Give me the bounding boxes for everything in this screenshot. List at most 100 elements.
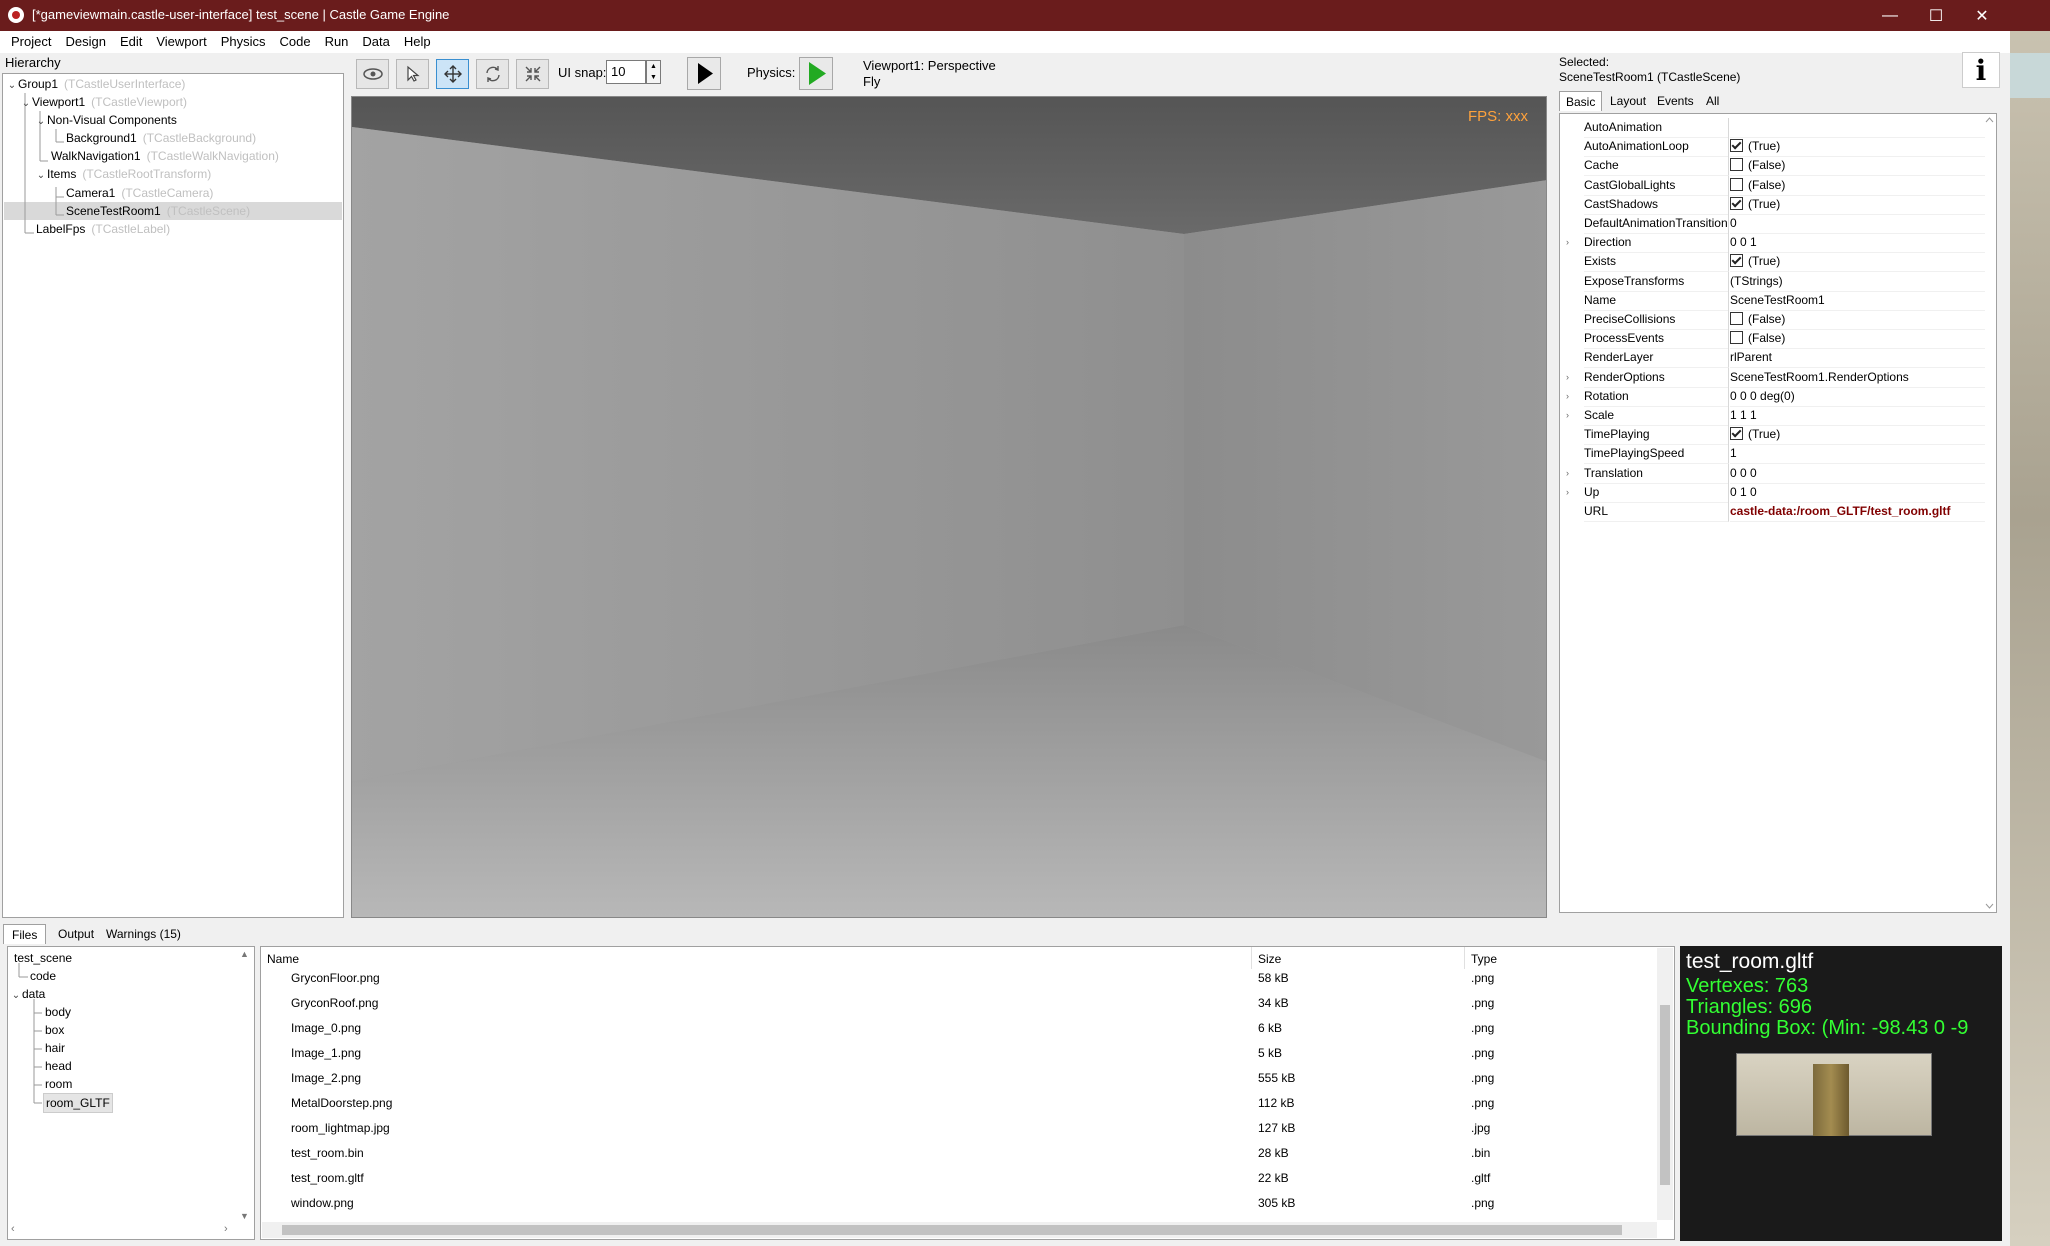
property-row[interactable]: AutoAnimation [1560,118,1985,138]
3d-viewport[interactable] [351,96,1547,918]
tree-item-camera1[interactable]: Camera1 (TCastleCamera) [66,184,213,202]
expand-icon[interactable]: › [1566,406,1576,425]
collapse-icon[interactable]: ⌄ [20,95,32,113]
info-icon[interactable]: i [1962,52,2000,88]
property-value[interactable]: (True) [1730,252,1985,273]
property-value[interactable]: SceneTestRoom1 [1730,291,1985,311]
expand-icon[interactable]: › [1566,233,1576,252]
property-checkbox[interactable] [1730,139,1743,153]
dir-item-selected[interactable]: room_GLTF [43,1093,113,1113]
ui-snap-input[interactable]: 10 [606,60,646,84]
tree-item-labelfps[interactable]: LabelFps (TCastleLabel) [36,220,170,238]
property-row[interactable]: TimePlayingSpeed 1 [1560,444,1985,465]
scale-mode-button[interactable] [516,59,549,89]
directory-tree[interactable]: test_scene code ⌄ data body box hair head… [7,946,255,1240]
file-row[interactable]: Image_2.png 555 kB .png [261,1066,1656,1091]
expand-icon[interactable]: › [1566,464,1576,483]
rotate-mode-button[interactable] [476,59,509,89]
property-row[interactable]: › Translation 0 0 0 [1560,463,1985,484]
file-row[interactable]: MetalDoorstep.png 112 kB .png [261,1091,1656,1116]
select-mode-button[interactable] [396,59,429,89]
maximize-button[interactable]: ☐ [1913,0,1959,31]
dir-item[interactable]: head [45,1057,72,1075]
property-checkbox[interactable] [1730,331,1743,345]
property-checkbox[interactable] [1730,177,1743,191]
tree-item-items[interactable]: ⌄ Items (TCastleRootTransform) [35,165,211,183]
tree-item-group1[interactable]: ⌄ Group1 (TCastleUserInterface) [6,75,186,95]
dir-item-data[interactable]: ⌄ data [10,985,46,1003]
tree-item-background1[interactable]: Background1 (TCastleBackground) [66,129,256,147]
property-row[interactable]: ExposeTransforms (TStrings) [1560,271,1985,292]
property-row[interactable]: DefaultAnimationTransition 0 [1560,214,1985,234]
file-horizontal-scroll-thumb[interactable] [282,1225,1622,1235]
property-row[interactable]: › Direction 0 0 1 [1560,233,1985,254]
scroll-down-icon[interactable]: ▼ [240,1211,249,1221]
property-row[interactable]: RenderLayer rlParent [1560,348,1985,369]
tab-warnings[interactable]: Warnings (15) [98,924,189,944]
collapse-icon[interactable]: ⌄ [6,77,18,95]
minimize-button[interactable]: — [1867,0,1913,31]
property-value[interactable]: 0 0 0 [1730,464,1985,484]
property-value[interactable]: (False) [1730,156,1985,177]
property-row[interactable]: › Up 0 1 0 [1560,482,1985,503]
file-vertical-scroll-thumb[interactable] [1660,1005,1670,1185]
dir-item[interactable]: room [45,1075,72,1093]
property-value[interactable] [1730,118,1985,138]
property-checkbox[interactable] [1730,254,1743,268]
property-value[interactable]: SceneTestRoom1.RenderOptions [1730,368,1985,388]
tab-events[interactable]: Events [1651,91,1700,111]
properties-scrollbar[interactable] [1983,114,1996,912]
property-row[interactable]: › Rotation 0 0 0 deg(0) [1560,386,1985,407]
property-value[interactable]: 0 [1730,214,1985,234]
property-row[interactable]: Cache (False) [1560,156,1985,177]
expand-icon[interactable]: › [1566,387,1576,406]
tab-all[interactable]: All [1700,91,1725,111]
tree-item-scenetestroom1[interactable]: SceneTestRoom1 (TCastleScene) [66,202,250,220]
property-row[interactable]: › Scale 1 1 1 [1560,406,1985,426]
menu-data[interactable]: Data [355,31,396,53]
collapse-icon[interactable]: ⌄ [35,167,47,185]
physics-play-button[interactable] [799,57,833,90]
file-row[interactable]: Image_0.png 6 kB .png [261,1016,1656,1041]
property-checkbox[interactable] [1730,196,1743,210]
tab-basic[interactable]: Basic [1559,91,1603,111]
interact-mode-button[interactable] [356,59,389,89]
property-checkbox[interactable] [1730,312,1743,325]
dir-item[interactable]: hair [45,1039,65,1057]
property-value[interactable]: (TStrings) [1730,272,1985,292]
tab-layout[interactable]: Layout [1604,91,1652,111]
property-value[interactable]: (True) [1730,137,1985,158]
file-row[interactable]: test_room.bin 28 kB .bin [261,1141,1656,1166]
tree-item-viewport1[interactable]: ⌄ Viewport1 (TCastleViewport) [20,93,187,111]
scroll-left-icon[interactable]: ‹ [11,1223,15,1235]
column-header-size[interactable]: Size [1258,952,1281,966]
menu-physics[interactable]: Physics [214,31,273,53]
expand-icon[interactable]: › [1566,483,1576,502]
translate-mode-button[interactable] [436,59,469,89]
collapse-icon[interactable]: ⌄ [35,113,47,131]
scroll-right-icon[interactable]: › [224,1223,228,1235]
property-row[interactable]: › RenderOptions SceneTestRoom1.RenderOptio… [1560,367,1985,388]
property-value[interactable]: (False) [1730,310,1985,330]
property-row[interactable]: CastShadows (True) [1560,194,1985,215]
menu-design[interactable]: Design [58,31,112,53]
property-value[interactable]: (True) [1730,195,1985,215]
file-row[interactable]: GryconFloor.png 58 kB .png [261,966,1656,991]
column-header-type[interactable]: Type [1471,952,1497,966]
menu-run[interactable]: Run [318,31,356,53]
tree-item-non-visual-components[interactable]: ⌄ Non-Visual Components [35,111,177,129]
tree-item-walknavigation1[interactable]: WalkNavigation1 (TCastleWalkNavigation) [51,147,279,165]
play-button[interactable] [687,57,721,90]
dir-item[interactable]: box [45,1021,64,1039]
property-value[interactable]: 0 1 0 [1730,483,1985,503]
property-row[interactable]: ProcessEvents (False) [1560,329,1985,350]
property-value[interactable]: (False) [1730,176,1985,196]
property-value[interactable]: (False) [1730,329,1985,350]
ui-snap-spinner[interactable]: ▲ ▼ [646,60,661,84]
menu-project[interactable]: Project [4,31,58,53]
property-row[interactable]: TimePlaying (True) [1560,425,1985,446]
property-value[interactable]: (True) [1730,425,1985,446]
file-row[interactable]: test_room.gltf 22 kB .gltf [261,1166,1656,1191]
menu-edit[interactable]: Edit [113,31,149,53]
menu-help[interactable]: Help [397,31,438,53]
